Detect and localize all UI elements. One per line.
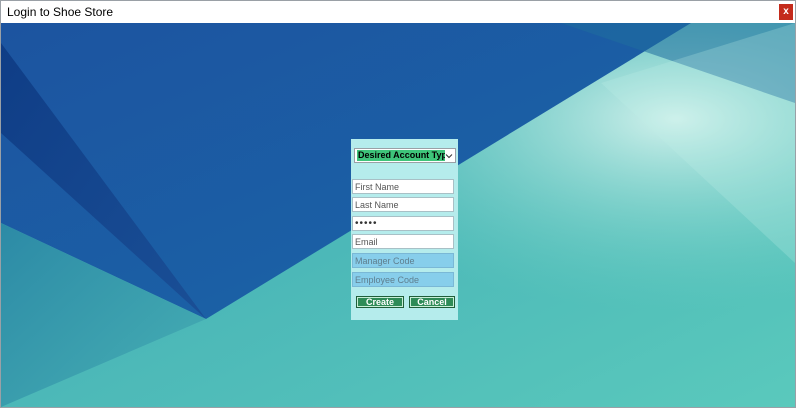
create-button[interactable]: Create	[356, 296, 404, 308]
app-window: Login to Shoe Store x Desired Account Ty…	[0, 0, 796, 408]
close-icon: x	[783, 6, 789, 17]
wallpaper: Desired Account Type Create Cancel	[1, 23, 795, 407]
employee-code-field[interactable]	[352, 272, 454, 287]
manager-code-field[interactable]	[352, 253, 454, 268]
title-bar: Login to Shoe Store x	[1, 1, 795, 23]
account-type-selected: Desired Account Type	[357, 150, 445, 161]
password-field[interactable]	[352, 216, 454, 231]
account-type-select[interactable]: Desired Account Type	[354, 148, 456, 163]
chevron-down-icon	[445, 154, 453, 159]
create-account-panel: Desired Account Type Create Cancel	[351, 139, 458, 320]
email-field[interactable]	[352, 234, 454, 249]
close-button[interactable]: x	[779, 4, 793, 20]
cancel-button[interactable]: Cancel	[409, 296, 455, 308]
last-name-field[interactable]	[352, 197, 454, 212]
window-title: Login to Shoe Store	[7, 5, 114, 19]
first-name-field[interactable]	[352, 179, 454, 194]
